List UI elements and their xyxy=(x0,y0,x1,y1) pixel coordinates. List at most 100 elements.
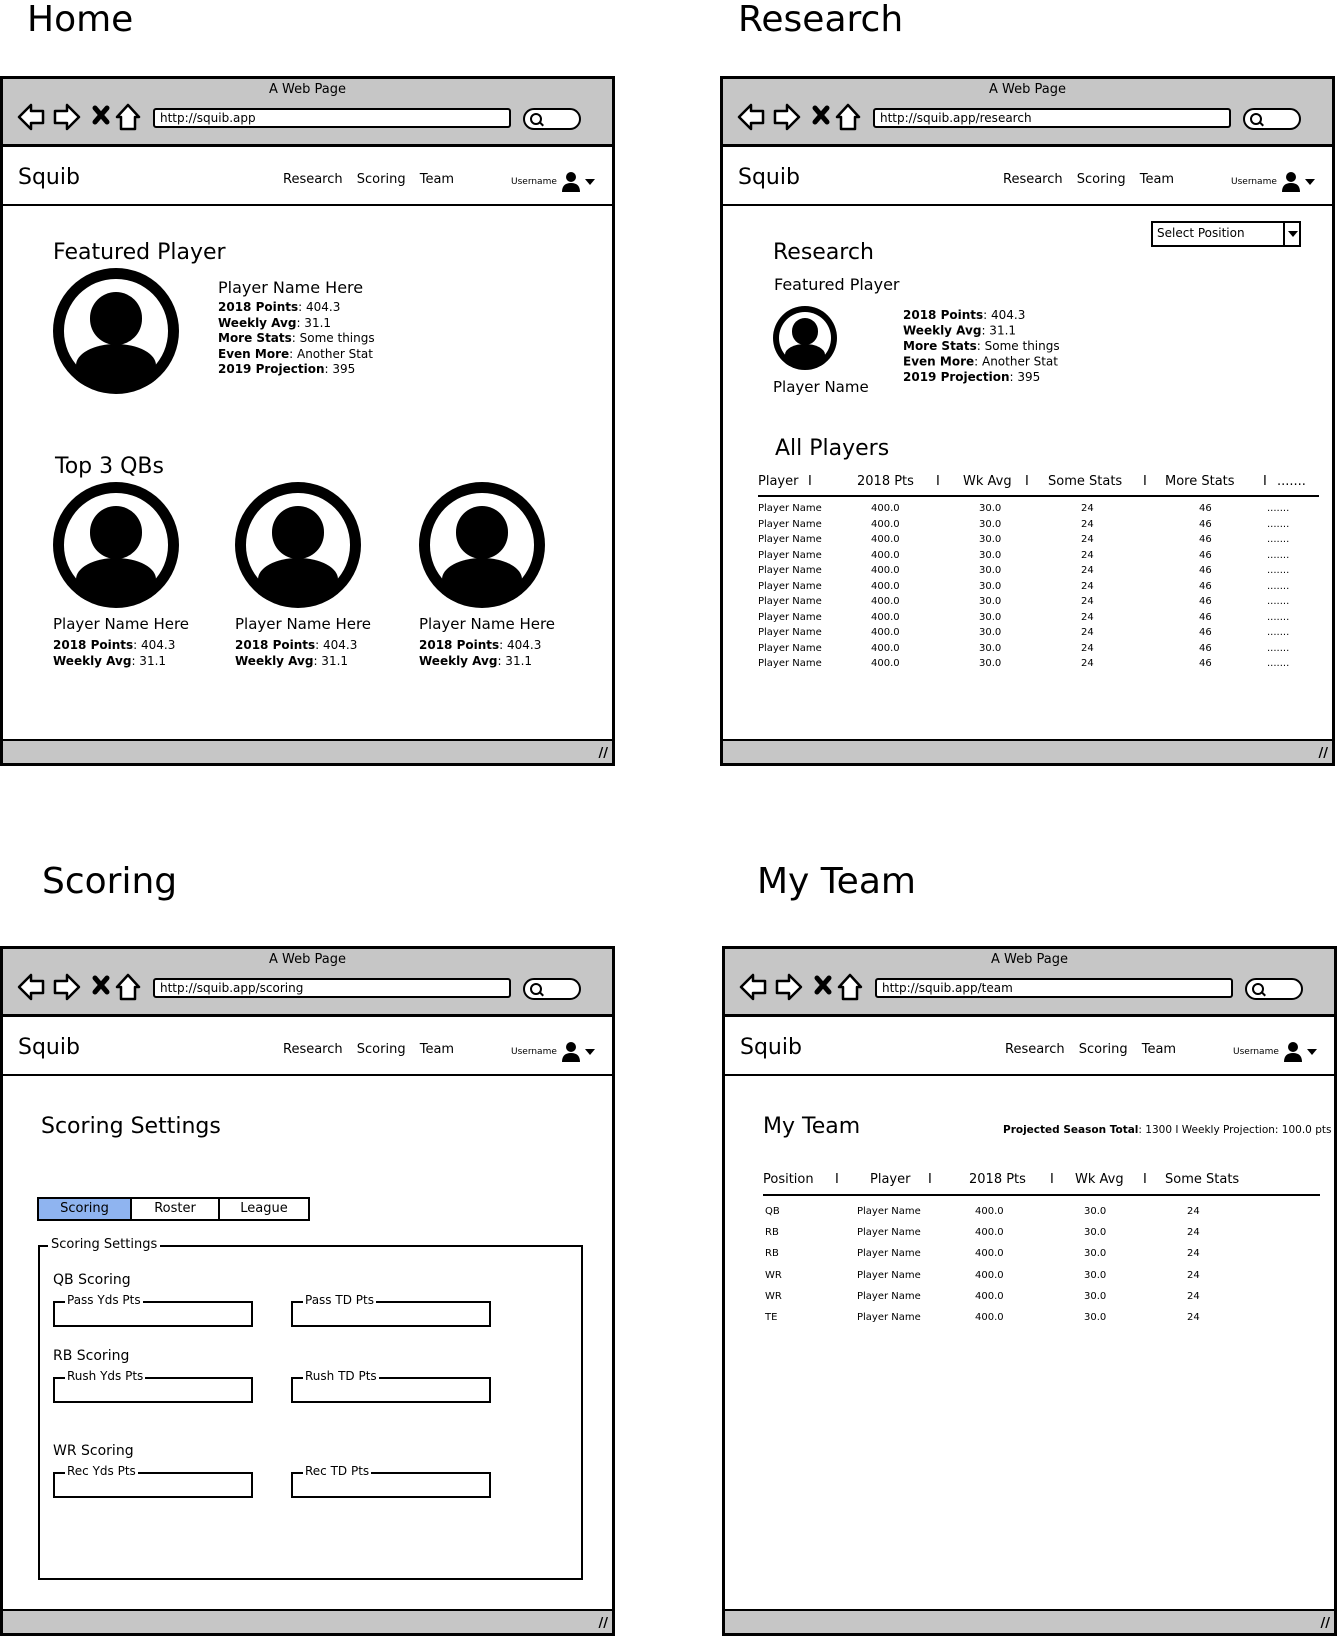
column-header[interactable]: Position xyxy=(763,1172,814,1187)
app-brand[interactable]: Squib xyxy=(738,165,800,190)
close-icon[interactable] xyxy=(92,105,110,125)
nav-scoring[interactable]: Scoring xyxy=(1079,1042,1128,1057)
featured-player-name[interactable]: Player Name xyxy=(773,378,869,396)
nav-research[interactable]: Research xyxy=(1005,1042,1065,1057)
forward-icon[interactable] xyxy=(773,103,801,131)
window-title: A Web Page xyxy=(269,952,346,967)
qb-player-name[interactable]: Player Name Here xyxy=(419,615,555,633)
table-row[interactable]: QB Player Name 400.0 30.0 24 xyxy=(725,1206,1325,1222)
home-icon[interactable] xyxy=(837,973,863,1001)
table-row[interactable]: WR Player Name 400.0 30.0 24 xyxy=(725,1270,1325,1286)
table-cell: Player Name xyxy=(758,580,822,592)
forward-icon[interactable] xyxy=(775,973,803,1001)
nav-team[interactable]: Team xyxy=(1142,1042,1176,1057)
app-brand[interactable]: Squib xyxy=(18,165,80,190)
forward-icon[interactable] xyxy=(53,103,81,131)
nav-team[interactable]: Team xyxy=(420,172,454,187)
browser-search[interactable] xyxy=(523,108,581,130)
column-header[interactable]: Wk Avg xyxy=(963,474,1012,489)
scoring-input-field[interactable]: Rec TD Pts xyxy=(291,1464,491,1498)
column-header[interactable]: More Stats xyxy=(1165,474,1235,489)
table-row[interactable]: Player Name 400.0 30.0 24 46....... xyxy=(723,643,1323,659)
table-row[interactable]: Player Name 400.0 30.0 24 46....... xyxy=(723,596,1323,612)
column-header[interactable]: Some Stats xyxy=(1165,1172,1239,1187)
column-divider: I xyxy=(808,474,812,489)
table-cell: 400.0 xyxy=(871,549,900,561)
close-icon[interactable] xyxy=(812,105,830,125)
app-brand[interactable]: Squib xyxy=(740,1035,802,1060)
scoring-input-field[interactable]: Rec Yds Pts xyxy=(53,1464,253,1498)
table-row[interactable]: RB Player Name 400.0 30.0 24 xyxy=(725,1248,1325,1264)
app-brand[interactable]: Squib xyxy=(18,1035,80,1060)
table-row[interactable]: TE Player Name 400.0 30.0 24 xyxy=(725,1312,1325,1328)
back-icon[interactable] xyxy=(737,103,765,131)
nav-scoring[interactable]: Scoring xyxy=(357,172,406,187)
scoring-input-field[interactable]: Rush TD Pts xyxy=(291,1369,491,1403)
url-bar[interactable]: http://squib.app/team xyxy=(875,978,1233,998)
user-menu[interactable]: Username xyxy=(511,1042,595,1062)
select-position-dropdown[interactable]: Select Position xyxy=(1151,221,1301,247)
back-icon[interactable] xyxy=(739,973,767,1001)
home-icon[interactable] xyxy=(835,103,861,131)
resize-grip-icon[interactable]: // xyxy=(599,746,609,761)
browser-search[interactable] xyxy=(523,978,581,1000)
table-row[interactable]: RB Player Name 400.0 30.0 24 xyxy=(725,1227,1325,1243)
user-menu[interactable]: Username xyxy=(1231,172,1315,192)
nav-team[interactable]: Team xyxy=(420,1042,454,1057)
table-row[interactable]: Player Name 400.0 30.0 24 46....... xyxy=(723,658,1323,674)
table-cell: 24 xyxy=(1081,534,1094,545)
scoring-input-field[interactable]: Pass Yds Pts xyxy=(53,1293,253,1327)
browser-window-home: A Web Page http://squib.app Squib Resear… xyxy=(0,76,615,766)
close-icon[interactable] xyxy=(92,975,110,995)
table-row[interactable]: Player Name 400.0 30.0 24 46....... xyxy=(723,612,1323,628)
status-bar: // xyxy=(3,739,612,763)
forward-icon[interactable] xyxy=(53,973,81,1001)
table-row[interactable]: Player Name 400.0 30.0 24 46....... xyxy=(723,519,1323,535)
table-row[interactable]: Player Name 400.0 30.0 24 46....... xyxy=(723,550,1323,566)
browser-search[interactable] xyxy=(1245,978,1303,1000)
qb-player-name[interactable]: Player Name Here xyxy=(53,615,189,633)
featured-player-name[interactable]: Player Name Here xyxy=(218,278,363,297)
qb-player-name[interactable]: Player Name Here xyxy=(235,615,371,633)
tab-roster[interactable]: Roster xyxy=(132,1199,220,1219)
table-row[interactable]: Player Name 400.0 30.0 24 46....... xyxy=(723,627,1323,643)
resize-grip-icon[interactable]: // xyxy=(599,1616,609,1631)
user-menu[interactable]: Username xyxy=(511,172,595,192)
table-row[interactable]: WR Player Name 400.0 30.0 24 xyxy=(725,1291,1325,1307)
scoring-input-field[interactable]: Rush Yds Pts xyxy=(53,1369,253,1403)
resize-grip-icon[interactable]: // xyxy=(1321,1616,1331,1631)
url-bar[interactable]: http://squib.app/research xyxy=(873,108,1231,128)
user-menu[interactable]: Username xyxy=(1233,1042,1317,1062)
column-header[interactable]: Player xyxy=(870,1172,910,1187)
page-content: My Team Projected Season Total: 1300 I We… xyxy=(725,1076,1334,1611)
column-header[interactable]: Some Stats xyxy=(1048,474,1122,489)
table-row[interactable]: Player Name 400.0 30.0 24 46....... xyxy=(723,565,1323,581)
column-header[interactable]: 2018 Pts xyxy=(969,1172,1026,1187)
browser-search[interactable] xyxy=(1243,108,1301,130)
home-icon[interactable] xyxy=(115,103,141,131)
nav-scoring[interactable]: Scoring xyxy=(357,1042,406,1057)
table-row[interactable]: Player Name 400.0 30.0 24 46....... xyxy=(723,503,1323,519)
table-cell: 30.0 xyxy=(979,503,1002,514)
url-bar[interactable]: http://squib.app/scoring xyxy=(153,978,511,998)
tab-scoring[interactable]: Scoring xyxy=(39,1199,132,1219)
nav-team[interactable]: Team xyxy=(1140,172,1174,187)
table-row[interactable]: Player Name 400.0 30.0 24 46....... xyxy=(723,581,1323,597)
back-icon[interactable] xyxy=(17,103,45,131)
nav-scoring[interactable]: Scoring xyxy=(1077,172,1126,187)
scoring-input-field[interactable]: Pass TD Pts xyxy=(291,1293,491,1327)
close-icon[interactable] xyxy=(814,975,832,995)
back-icon[interactable] xyxy=(17,973,45,1001)
table-row[interactable]: Player Name 400.0 30.0 24 46....... xyxy=(723,534,1323,550)
column-header[interactable]: 2018 Pts xyxy=(857,474,914,489)
url-bar[interactable]: http://squib.app xyxy=(153,108,511,128)
nav-research[interactable]: Research xyxy=(283,172,343,187)
resize-grip-icon[interactable]: // xyxy=(1319,746,1329,761)
nav-research[interactable]: Research xyxy=(283,1042,343,1057)
column-header[interactable]: Player xyxy=(758,474,798,489)
home-icon[interactable] xyxy=(115,973,141,1001)
tab-league[interactable]: League xyxy=(220,1199,308,1219)
column-header[interactable]: ....... xyxy=(1277,474,1306,489)
nav-research[interactable]: Research xyxy=(1003,172,1063,187)
column-header[interactable]: Wk Avg xyxy=(1075,1172,1124,1187)
